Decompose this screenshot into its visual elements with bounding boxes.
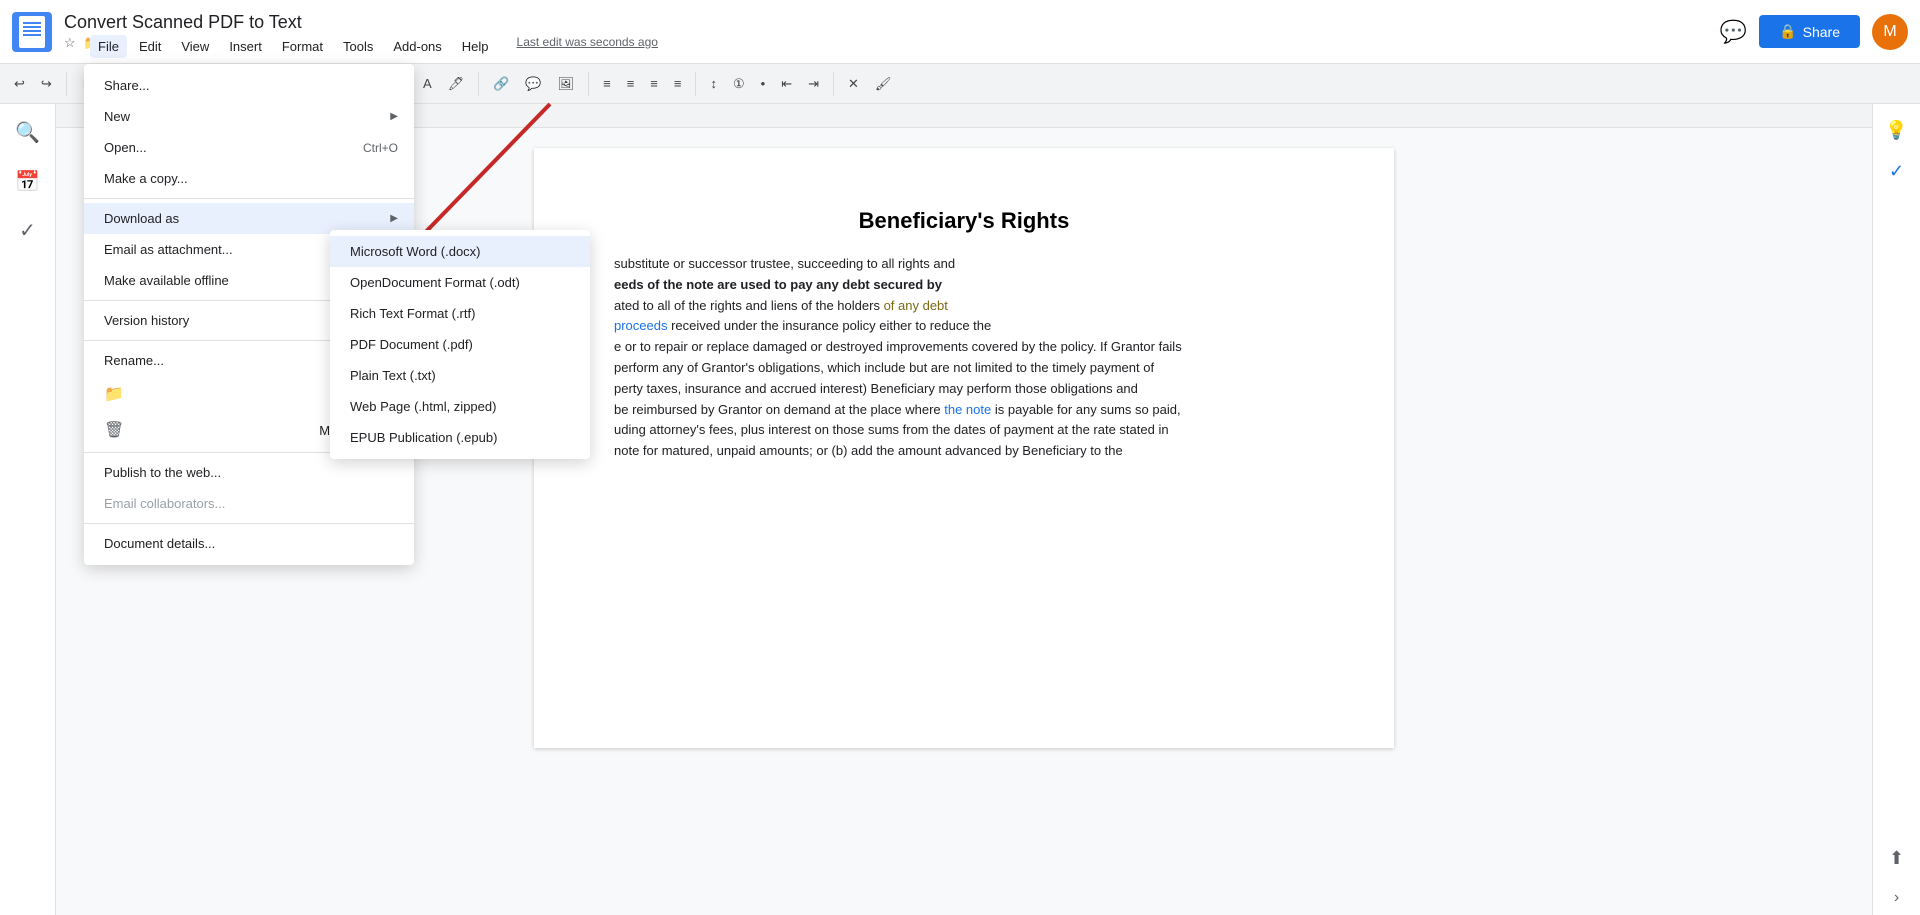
new-label: New — [104, 109, 130, 124]
doc-details-label: Document details... — [104, 536, 215, 551]
publish-web-label: Publish to the web... — [104, 465, 221, 480]
menu-item-make-copy[interactable]: Make a copy... — [84, 163, 414, 194]
separator-1 — [84, 198, 414, 199]
rename-label: Rename... — [104, 353, 164, 368]
html-label: Web Page (.html, zipped) — [350, 399, 496, 414]
toolbar-divider-1 — [66, 72, 67, 96]
chevron-right-icon[interactable]: › — [1886, 881, 1907, 915]
pdf-label: PDF Document (.pdf) — [350, 337, 473, 352]
make-copy-label: Make a copy... — [104, 171, 188, 186]
menu-file[interactable]: File — [90, 35, 127, 58]
checkmark-icon[interactable]: ✓ — [1881, 153, 1912, 190]
insert-image-button[interactable]: 🖼 — [552, 72, 581, 96]
open-label: Open... — [104, 140, 147, 155]
folder-icon-left: 📁 — [104, 384, 124, 404]
justify-button[interactable]: ≡ — [668, 72, 688, 95]
download-odt[interactable]: OpenDocument Format (.odt) — [330, 267, 590, 298]
toolbar-divider-8 — [833, 72, 834, 96]
paint-format-button[interactable]: 🖌 — [869, 72, 898, 96]
chat-icon[interactable]: 💬 — [1720, 19, 1747, 45]
doc-page: Beneficiary's Rights substitute or succe… — [534, 148, 1394, 748]
right-strip: 💡 ✓ ⬆ › — [1872, 104, 1920, 915]
numbered-list-button[interactable]: ① — [727, 72, 751, 96]
separator-5 — [84, 523, 414, 524]
last-edit: Last edit was seconds ago — [517, 35, 658, 58]
download-as-label: Download as — [104, 211, 179, 226]
download-docx[interactable]: Microsoft Word (.docx) — [330, 236, 590, 267]
undo-button[interactable]: ↩ — [8, 72, 31, 96]
menu-item-new[interactable]: New — [84, 101, 414, 132]
clear-format-button[interactable]: ✕ — [842, 72, 865, 96]
epub-label: EPUB Publication (.epub) — [350, 430, 497, 445]
menu-item-doc-details[interactable]: Document details... — [84, 528, 414, 559]
make-offline-label: Make available offline — [104, 273, 229, 288]
menu-insert[interactable]: Insert — [221, 35, 270, 58]
menu-view[interactable]: View — [173, 35, 217, 58]
decrease-indent-button[interactable]: ⇤ — [775, 72, 798, 96]
menu-addons[interactable]: Add-ons — [385, 35, 449, 58]
align-left-button[interactable]: ≡ — [597, 72, 617, 95]
expand-icon[interactable]: ⬆ — [1881, 840, 1912, 877]
download-txt[interactable]: Plain Text (.txt) — [330, 360, 590, 391]
app-icon — [12, 12, 52, 52]
menu-tools[interactable]: Tools — [335, 35, 381, 58]
download-html[interactable]: Web Page (.html, zipped) — [330, 391, 590, 422]
align-center-button[interactable]: ≡ — [621, 72, 641, 95]
lightbulb-icon[interactable]: 💡 — [1877, 112, 1915, 149]
version-history-label: Version history — [104, 313, 189, 328]
download-submenu: Microsoft Word (.docx) OpenDocument Form… — [330, 230, 590, 459]
left-strip: 🔍 📅 ✓ — [0, 104, 56, 915]
rtf-label: Rich Text Format (.rtf) — [350, 306, 475, 321]
email-collaborators-label: Email collaborators... — [104, 496, 225, 511]
odt-label: OpenDocument Format (.odt) — [350, 275, 520, 290]
avatar[interactable]: M — [1872, 14, 1908, 50]
toolbar-divider-6 — [588, 72, 589, 96]
trash-icon-left: 🗑 — [104, 420, 124, 440]
menu-item-publish-web[interactable]: Publish to the web... — [84, 457, 414, 488]
open-shortcut: Ctrl+O — [363, 141, 398, 155]
text-color-button[interactable]: A — [417, 72, 438, 95]
top-bar: Convert Scanned PDF to Text ☆ 📁 File Edi… — [0, 0, 1920, 64]
tasks-icon[interactable]: ✓ — [11, 210, 44, 251]
share-button[interactable]: 🔒 Share — [1759, 15, 1860, 48]
download-epub[interactable]: EPUB Publication (.epub) — [330, 422, 590, 453]
highlight-button[interactable]: 🖊 — [442, 72, 471, 96]
menu-item-share[interactable]: Share... — [84, 70, 414, 101]
download-rtf[interactable]: Rich Text Format (.rtf) — [330, 298, 590, 329]
doc-text: substitute or successor trustee, succeed… — [614, 254, 1314, 462]
bullet-list-button[interactable]: • — [755, 72, 772, 95]
increase-indent-button[interactable]: ⇥ — [802, 72, 825, 96]
email-attachment-label: Email as attachment... — [104, 242, 233, 257]
calendar-icon[interactable]: 📅 — [7, 161, 48, 202]
insert-comment-button[interactable]: 💬 — [519, 72, 547, 96]
toolbar-divider-7 — [695, 72, 696, 96]
menu-item-open[interactable]: Open... Ctrl+O — [84, 132, 414, 163]
top-right: 💬 🔒 Share M — [1720, 14, 1908, 50]
docx-label: Microsoft Word (.docx) — [350, 244, 481, 259]
align-right-button[interactable]: ≡ — [644, 72, 664, 95]
redo-button[interactable]: ↪ — [35, 72, 58, 96]
share-label: Share... — [104, 78, 150, 93]
download-pdf[interactable]: PDF Document (.pdf) — [330, 329, 590, 360]
link-button[interactable]: 🔗 — [487, 72, 515, 96]
lock-icon: 🔒 — [1779, 23, 1796, 40]
menu-help[interactable]: Help — [454, 35, 497, 58]
doc-heading: Beneficiary's Rights — [614, 208, 1314, 234]
txt-label: Plain Text (.txt) — [350, 368, 436, 383]
menu-item-email-collaborators[interactable]: Email collaborators... — [84, 488, 414, 519]
toolbar-divider-5 — [478, 72, 479, 96]
menu-format[interactable]: Format — [274, 35, 331, 58]
explore-icon[interactable]: 🔍 — [7, 112, 48, 153]
line-spacing-button[interactable]: ↕ — [704, 72, 723, 95]
menu-edit[interactable]: Edit — [131, 35, 169, 58]
star-icon[interactable]: ☆ — [64, 35, 76, 51]
